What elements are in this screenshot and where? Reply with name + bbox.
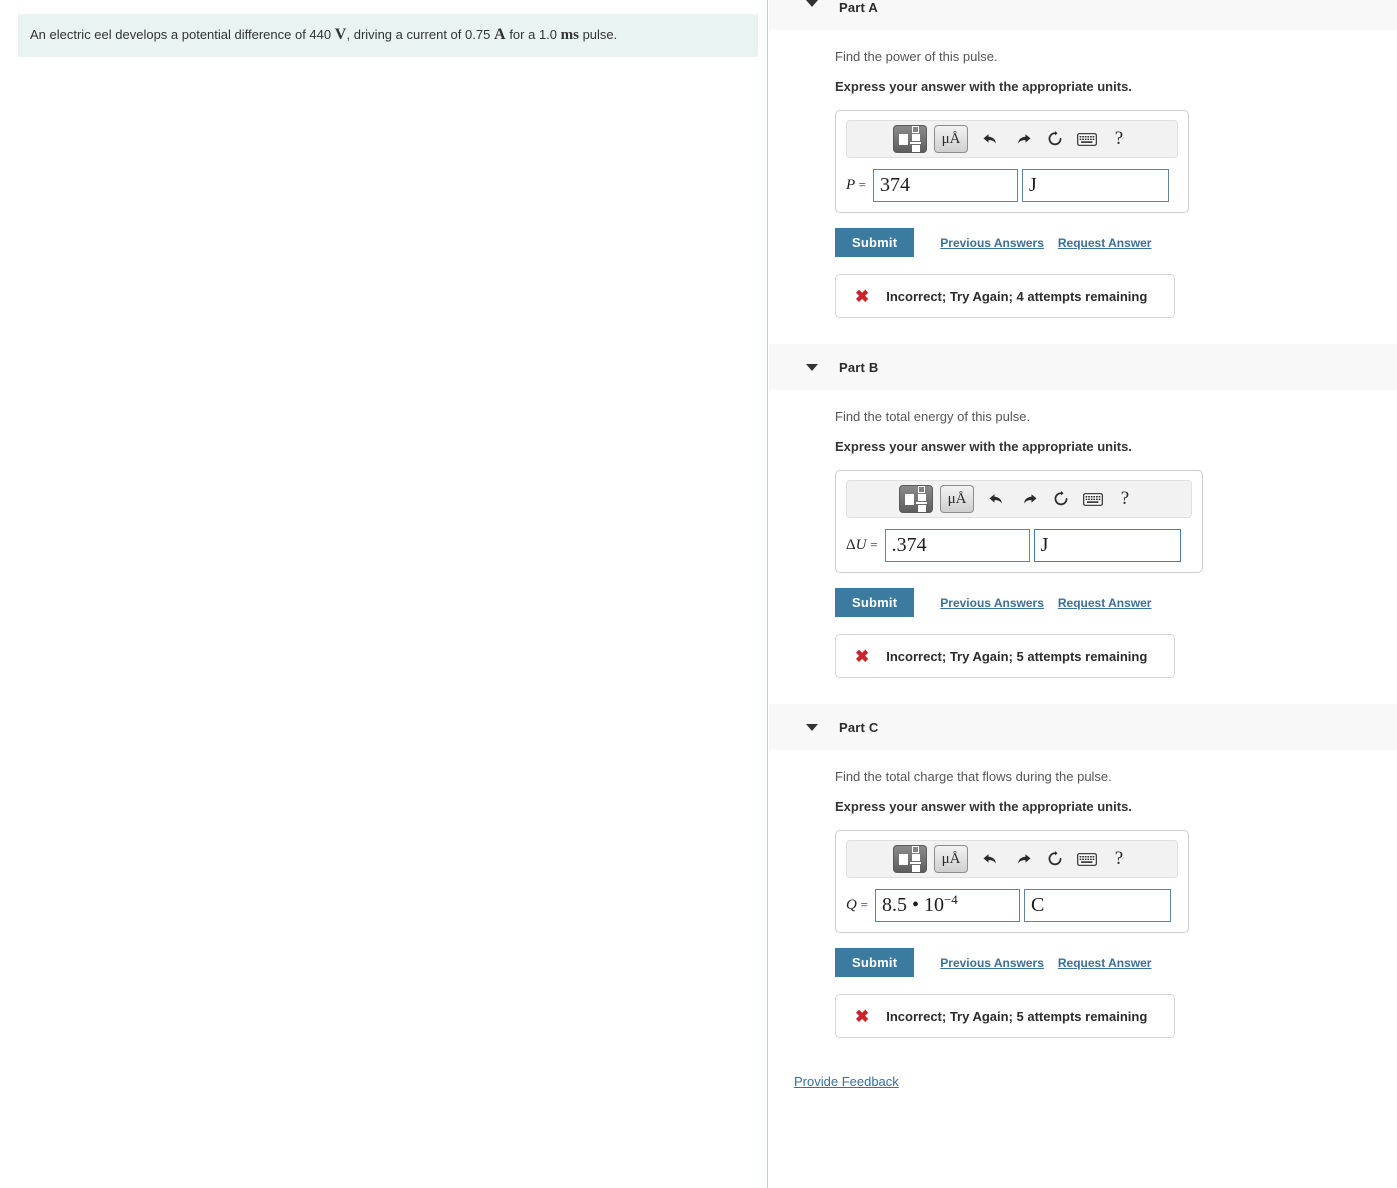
question-text-4: pulse. (578, 27, 618, 42)
part-header-c[interactable]: Part C (769, 704, 1397, 750)
part-prompt-c: Find the total charge that flows during … (835, 769, 1112, 784)
submit-button-b[interactable]: Submit (835, 588, 915, 617)
chevron-down-icon[interactable] (806, 363, 818, 371)
answer-unit-input-c[interactable]: C (1023, 889, 1171, 922)
part-header-a[interactable]: Part A (769, 0, 1397, 30)
feedback-text-a: Incorrect; Try Again; 4 attempts remaini… (886, 288, 1148, 304)
incorrect-icon: ✖ (855, 646, 870, 666)
undo-icon[interactable] (975, 125, 1007, 153)
part-title-a: Part A (839, 0, 879, 15)
question-text-3: for a 1.0 (505, 27, 561, 42)
request-answer-link-a[interactable]: Request Answer (1058, 236, 1152, 250)
template-icon[interactable] (893, 845, 927, 873)
answer-unit-input-a[interactable]: J (1022, 169, 1169, 202)
answer-widget-a: μÅ ? P = 374 J (835, 110, 1189, 213)
submit-button-a[interactable]: Submit (835, 228, 915, 257)
question-pane: An electric eel develops a potential dif… (0, 0, 768, 1188)
part-body-c: Find the total charge that flows during … (769, 750, 1397, 1042)
variable-label-a: P = (846, 177, 866, 193)
feedback-box-b: ✖ Incorrect; Try Again; 5 attempts remai… (835, 634, 1175, 678)
submit-row-c: Submit Previous Answers Request Answer (835, 948, 1397, 977)
provide-feedback-link[interactable]: Provide Feedback (794, 1074, 899, 1089)
answer-row-a: P = 374 J (846, 169, 1178, 202)
submit-button-c[interactable]: Submit (835, 948, 915, 977)
units-icon[interactable]: μÅ (934, 125, 968, 153)
variable-label-c: Q = (846, 897, 868, 913)
chevron-down-icon[interactable] (806, 723, 818, 731)
keyboard-icon[interactable] (1077, 485, 1109, 513)
feedback-box-a: ✖ Incorrect; Try Again; 4 attempts remai… (835, 274, 1175, 318)
feedback-text-b: Incorrect; Try Again; 5 attempts remaini… (886, 648, 1148, 664)
template-icon[interactable] (899, 485, 933, 513)
redo-icon[interactable] (1007, 845, 1039, 873)
answer-value-input-c[interactable]: 8.5 • 10 −4 (874, 889, 1020, 922)
unit-millisecond: ms (560, 27, 579, 43)
unit-volt: V (334, 26, 347, 43)
part-instruction-b: Express your answer with the appropriate… (835, 439, 1132, 454)
keyboard-icon[interactable] (1071, 125, 1103, 153)
question-text-2: , driving a current of 0.75 (346, 27, 494, 42)
question-text-1: An electric eel develops a potential dif… (30, 27, 335, 42)
submit-row-a: Submit Previous Answers Request Answer (835, 228, 1397, 257)
template-icon[interactable] (893, 125, 927, 153)
part-body-a: Find the power of this pulse. Express yo… (769, 30, 1397, 344)
part-body-b: Find the total energy of this pulse. Exp… (769, 390, 1397, 704)
redo-icon[interactable] (1007, 125, 1039, 153)
incorrect-icon: ✖ (855, 286, 870, 306)
help-icon[interactable]: ? (1103, 845, 1135, 873)
math-toolbar-c: μÅ ? (846, 840, 1178, 878)
math-toolbar-b: μÅ ? (846, 480, 1192, 518)
reset-icon[interactable] (1039, 845, 1071, 873)
units-icon[interactable]: μÅ (940, 485, 974, 513)
answer-row-c: Q = 8.5 • 10 −4 C (846, 889, 1178, 922)
question-statement: An electric eel develops a potential dif… (18, 14, 758, 57)
chevron-down-icon[interactable] (806, 0, 818, 7)
reset-icon[interactable] (1045, 485, 1077, 513)
submit-row-b: Submit Previous Answers Request Answer (835, 588, 1397, 617)
answer-widget-c: μÅ ? Q = 8.5 • 10 −4 C (835, 830, 1189, 933)
answers-pane: Part A Find the power of this pulse. Exp… (769, 0, 1397, 1188)
part-prompt-a: Find the power of this pulse. (835, 49, 998, 64)
part-instruction-c: Express your answer with the appropriate… (835, 799, 1132, 814)
variable-label-b: ΔU = (846, 537, 878, 553)
help-icon[interactable]: ? (1109, 485, 1141, 513)
incorrect-icon: ✖ (855, 1006, 870, 1026)
part-title-c: Part C (839, 719, 879, 735)
reset-icon[interactable] (1039, 125, 1071, 153)
answer-widget-b: μÅ ? ΔU = .374 J (835, 470, 1203, 573)
part-header-b[interactable]: Part B (769, 344, 1397, 390)
feedback-box-c: ✖ Incorrect; Try Again; 5 attempts remai… (835, 994, 1175, 1038)
answer-row-b: ΔU = .374 J (846, 529, 1192, 562)
request-answer-link-c[interactable]: Request Answer (1058, 956, 1152, 970)
part-title-b: Part B (839, 359, 879, 375)
part-prompt-b: Find the total energy of this pulse. (835, 409, 1031, 424)
part-instruction-a: Express your answer with the appropriate… (835, 79, 1132, 94)
answer-unit-input-b[interactable]: J (1033, 529, 1181, 562)
answer-value-input-b[interactable]: .374 (884, 529, 1030, 562)
answer-value-input-a[interactable]: 374 (873, 169, 1018, 202)
previous-answers-link-c[interactable]: Previous Answers (940, 956, 1044, 970)
previous-answers-link-a[interactable]: Previous Answers (940, 236, 1044, 250)
undo-icon[interactable] (975, 845, 1007, 873)
math-toolbar-a: μÅ ? (846, 120, 1178, 158)
keyboard-icon[interactable] (1071, 845, 1103, 873)
feedback-text-c: Incorrect; Try Again; 5 attempts remaini… (886, 1008, 1148, 1024)
previous-answers-link-b[interactable]: Previous Answers (940, 596, 1044, 610)
undo-icon[interactable] (981, 485, 1013, 513)
unit-ampere: A (493, 26, 506, 43)
help-icon[interactable]: ? (1103, 125, 1135, 153)
request-answer-link-b[interactable]: Request Answer (1058, 596, 1152, 610)
redo-icon[interactable] (1013, 485, 1045, 513)
units-icon[interactable]: μÅ (934, 845, 968, 873)
problem-page: An electric eel develops a potential dif… (0, 0, 1397, 1188)
